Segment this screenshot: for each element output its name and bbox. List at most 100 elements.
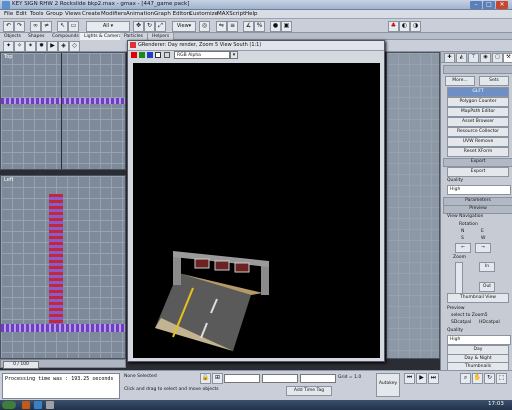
chevron-down-icon[interactable]: ▾ — [230, 51, 238, 59]
play-icon[interactable]: ▶ — [416, 373, 427, 384]
add-time-tag-button[interactable]: Add Time Tag — [286, 386, 332, 396]
directional-light-icon[interactable]: ✶ — [25, 41, 36, 52]
menu-graph-editors[interactable]: Graph Editors — [154, 11, 192, 17]
tab-helpers[interactable]: Helpers — [148, 33, 175, 40]
maximize-button[interactable]: □ — [483, 1, 495, 9]
render-window[interactable]: GRenderer: Day render, Zoom 5 View South… — [127, 40, 385, 362]
more-button[interactable]: More... — [445, 76, 475, 86]
tab-compounds[interactable]: Compounds — [48, 33, 84, 40]
utility-gleft-button[interactable]: GLFT — [447, 87, 509, 97]
render-window-titlebar[interactable]: GRenderer: Day render, Zoom 5 View South… — [128, 41, 384, 51]
motion-tab-icon[interactable]: ◉ — [480, 53, 491, 63]
select-icon[interactable]: ↖ — [57, 21, 68, 32]
hd-catpal-radio[interactable]: HDcatpal — [479, 320, 500, 325]
menu-file[interactable]: File — [4, 11, 13, 17]
material-editor-icon[interactable]: ● — [270, 21, 281, 32]
viewport-label[interactable]: Left — [4, 177, 13, 183]
sets-button[interactable]: Sets — [479, 76, 509, 86]
viewport-top[interactable]: Top — [0, 52, 126, 170]
viewport-left[interactable]: Left — [0, 175, 126, 359]
spot-light-icon[interactable]: ✧ — [14, 41, 25, 52]
rotate-right-button[interactable]: → — [475, 243, 491, 253]
create-tab-icon[interactable]: ✚ — [444, 53, 455, 63]
menu-views[interactable]: Views — [65, 11, 81, 17]
tab-objects[interactable]: Objects — [0, 33, 27, 40]
direction-n-radio[interactable]: N — [461, 229, 464, 234]
hierarchy-tab-icon[interactable]: ⊤ — [468, 53, 479, 63]
lock-selection-icon[interactable]: 🔒 — [200, 373, 211, 384]
close-button[interactable]: ✕ — [496, 1, 508, 9]
quick-render-icon[interactable]: ◑ — [410, 21, 421, 32]
menu-help[interactable]: Help — [245, 11, 258, 17]
zoom-icon[interactable]: ⌕ — [460, 373, 471, 384]
light-icon[interactable]: ✦ — [3, 41, 14, 52]
omni-light-icon[interactable]: ✹ — [36, 41, 47, 52]
align-icon[interactable]: ≡ — [227, 21, 238, 32]
rotate-icon[interactable]: ↻ — [144, 21, 155, 32]
snap-icon[interactable]: ∡ — [243, 21, 254, 32]
tab-particles[interactable]: Particles — [120, 33, 148, 40]
move-icon[interactable]: ✥ — [133, 21, 144, 32]
y-coordinate-field[interactable] — [262, 374, 298, 383]
selection-filter-select[interactable]: All ▾ — [86, 21, 130, 32]
reset-xform-button[interactable]: Reset XForm — [447, 147, 509, 157]
direction-w-radio[interactable]: W — [481, 236, 485, 241]
absolute-mode-icon[interactable]: ⊞ — [212, 373, 223, 384]
arc-rotate-icon[interactable]: ↻ — [484, 373, 495, 384]
export-button[interactable]: Export — [447, 167, 509, 177]
clear-icon[interactable] — [164, 52, 170, 58]
mappath-editor-button[interactable]: MapPath Editor — [447, 107, 509, 117]
coordinate-system-select[interactable]: View▾ — [172, 21, 196, 32]
thumbnail-view-button[interactable]: Thumbnail View — [447, 293, 509, 303]
unlink-icon[interactable]: ≠ — [41, 21, 52, 32]
start-button[interactable] — [2, 401, 16, 409]
menu-animation[interactable]: Animation — [126, 11, 154, 17]
menu-modifiers[interactable]: Modifiers — [101, 11, 126, 17]
taskbar-app-icon[interactable] — [34, 401, 42, 409]
go-end-icon[interactable]: ⏭ — [428, 373, 439, 384]
maxscript-listener[interactable]: Processing time was : 193.25 seconds — [2, 373, 120, 399]
select-region-icon[interactable]: ▭ — [68, 21, 79, 32]
resource-collector-button[interactable]: Resource Collector — [447, 127, 509, 137]
red-channel-icon[interactable] — [131, 52, 137, 58]
target-camera-icon[interactable]: ◈ — [58, 41, 69, 52]
go-start-icon[interactable]: ⏮ — [404, 373, 415, 384]
free-camera-icon[interactable]: ◇ — [69, 41, 80, 52]
zoom-slider[interactable] — [455, 262, 463, 296]
preview-rollout-header[interactable]: Preview — [443, 205, 512, 214]
display-tab-icon[interactable]: ▢ — [492, 53, 503, 63]
menu-create[interactable]: Create — [82, 11, 100, 17]
minimize-button[interactable]: – — [470, 1, 482, 9]
autokey-button[interactable]: Autokey — [376, 373, 400, 397]
utilities-tab-icon[interactable]: ⚒ — [503, 53, 512, 63]
direction-e-radio[interactable]: E — [481, 229, 484, 234]
uvw-remove-button[interactable]: UVW Remove — [447, 137, 509, 147]
x-coordinate-field[interactable] — [224, 374, 260, 383]
z-coordinate-field[interactable] — [300, 374, 336, 383]
pivot-icon[interactable]: ◎ — [199, 21, 210, 32]
rotate-left-button[interactable]: ← — [455, 243, 471, 253]
menu-tools[interactable]: Tools — [30, 11, 44, 17]
link-icon[interactable]: ∞ — [30, 21, 41, 32]
zoom-out-button[interactable]: Out — [479, 282, 495, 292]
camera-icon[interactable]: ▶ — [47, 41, 58, 52]
maximize-viewport-icon[interactable]: ⬚ — [496, 373, 507, 384]
asset-browser-button[interactable]: Asset Browser — [447, 117, 509, 127]
viewport-perspective[interactable] — [386, 52, 440, 359]
sd-catpal-radio[interactable]: SDcatpal — [451, 320, 471, 325]
menu-maxscript[interactable]: MAXScript — [217, 11, 245, 17]
modify-tab-icon[interactable]: ◭ — [456, 53, 467, 63]
direction-s-radio[interactable]: S — [461, 236, 464, 241]
percent-snap-icon[interactable]: % — [254, 21, 265, 32]
quality-select[interactable]: High — [447, 185, 511, 195]
pan-icon[interactable]: ✋ — [472, 373, 483, 384]
teapot-icon[interactable]: ♣ — [388, 21, 399, 32]
render-scene-icon[interactable]: ◐ — [399, 21, 410, 32]
alpha-channel-icon[interactable] — [155, 52, 161, 58]
frame-counter[interactable]: 0 / 100 — [3, 361, 39, 369]
blue-channel-icon[interactable] — [147, 52, 153, 58]
time-slider[interactable]: 0 / 100 — [0, 359, 126, 369]
menu-edit[interactable]: Edit — [16, 11, 27, 17]
mirror-icon[interactable]: ⇋ — [216, 21, 227, 32]
redo-icon[interactable]: ↷ — [14, 21, 25, 32]
